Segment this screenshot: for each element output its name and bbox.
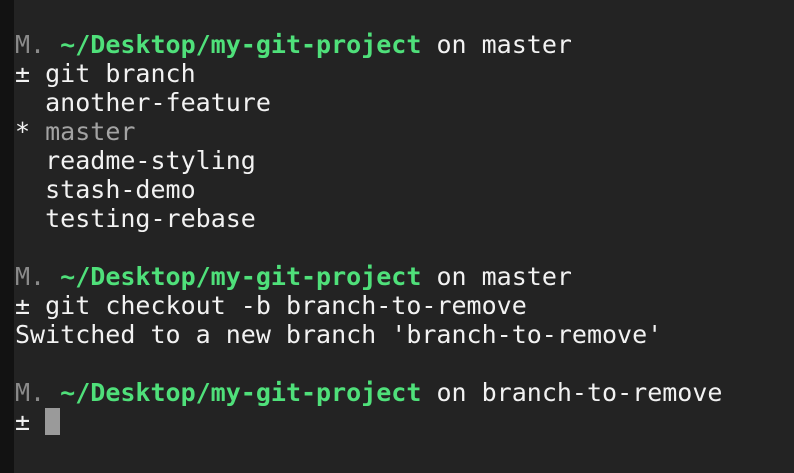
command-output: Switched to a new branch 'branch-to-remo… [15, 320, 663, 349]
branch-list-item: stash-demo [15, 175, 794, 204]
branch-list-item: testing-rebase [15, 204, 794, 233]
prompt-line: M. ~/Desktop/my-git-project on branch-to… [15, 378, 794, 407]
branch-list-item: readme-styling [15, 146, 794, 175]
current-branch-name: master [45, 117, 136, 146]
prompt-user: M. [15, 378, 46, 407]
branch-marker [15, 146, 30, 175]
command-line[interactable]: ± [15, 407, 794, 436]
branch-name: readme-styling [45, 146, 256, 175]
prompt-branch: master [481, 262, 572, 291]
prompt-path: ~/Desktop/my-git-project [60, 262, 422, 291]
prompt-line: M. ~/Desktop/my-git-project on master [15, 262, 794, 291]
command-text: git checkout -b branch-to-remove [45, 291, 527, 320]
branch-marker [15, 88, 30, 117]
prompt-symbol: ± [15, 59, 31, 88]
command-line: ± git branch [15, 59, 794, 88]
prompt-symbol: ± [15, 407, 31, 436]
prompt-branch: branch-to-remove [481, 378, 723, 407]
window-left-border [0, 0, 14, 473]
prompt-symbol: ± [15, 291, 31, 320]
prompt-on: on [421, 378, 482, 407]
prompt-path: ~/Desktop/my-git-project [60, 30, 422, 59]
branch-list-item: * master [15, 117, 794, 146]
text-cursor [45, 407, 61, 435]
prompt-line: M. ~/Desktop/my-git-project on master [15, 30, 794, 59]
branch-marker [15, 204, 30, 233]
branch-list-item: another-feature [15, 88, 794, 117]
branch-name: another-feature [45, 88, 271, 117]
branch-name: stash-demo [45, 175, 196, 204]
prompt-on: on [421, 30, 482, 59]
terminal-output[interactable]: M. ~/Desktop/my-git-project on master ± … [15, 30, 794, 473]
prompt-branch: master [481, 30, 572, 59]
command-text: git branch [45, 59, 196, 88]
branch-name: testing-rebase [45, 204, 256, 233]
branch-marker [15, 175, 30, 204]
prompt-user: M. [15, 262, 46, 291]
prompt-path: ~/Desktop/my-git-project [60, 378, 422, 407]
prompt-on: on [421, 262, 482, 291]
current-branch-marker: * [15, 117, 31, 146]
command-line: ± git checkout -b branch-to-remove [15, 291, 794, 320]
prompt-user: M. [15, 30, 46, 59]
